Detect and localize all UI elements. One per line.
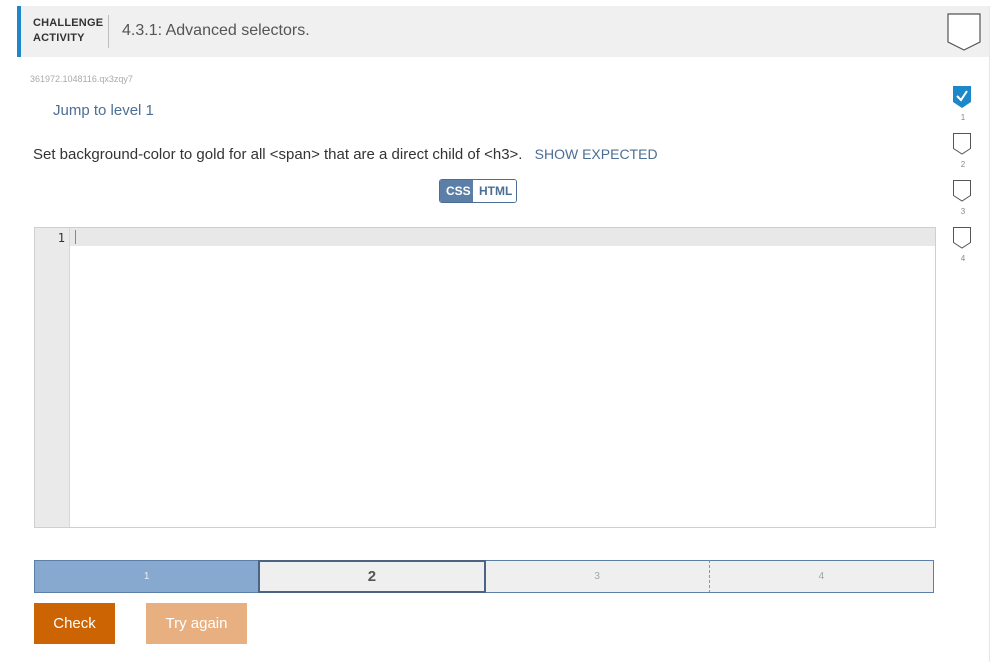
progress-segment-3[interactable]: 3 <box>485 560 710 593</box>
level-number: 4 <box>960 254 966 263</box>
activity-type-line2: ACTIVITY <box>33 32 85 44</box>
editor-gutter: 1 <box>35 228 70 527</box>
level-indicator-4[interactable]: 4 <box>951 227 975 271</box>
level-number: 1 <box>960 113 966 122</box>
challenge-activity-card: CHALLENGE ACTIVITY 4.3.1: Advanced selec… <box>17 6 990 662</box>
progress-segment-2[interactable]: 2 <box>258 560 486 593</box>
unchecked-box-icon <box>953 180 971 202</box>
activity-id: 361972.1048116.qx3zqy7 <box>30 74 133 84</box>
activity-header: CHALLENGE ACTIVITY 4.3.1: Advanced selec… <box>17 6 989 57</box>
progress-segment-4[interactable]: 4 <box>709 560 934 593</box>
activity-type-label: CHALLENGE ACTIVITY <box>33 16 103 46</box>
instruction-text: Set background-color to gold for all <sp… <box>33 146 658 163</box>
instruction-body: Set background-color to gold for all <sp… <box>33 146 523 163</box>
activity-title: 4.3.1: Advanced selectors. <box>122 22 310 39</box>
jump-to-level-link[interactable]: Jump to level 1 <box>53 102 154 119</box>
level-indicator-3[interactable]: 3 <box>951 180 975 224</box>
header-divider <box>108 15 109 48</box>
try-again-button[interactable]: Try again <box>146 603 247 644</box>
editor-active-line[interactable] <box>70 228 935 246</box>
activity-type-line1: CHALLENGE <box>33 17 104 29</box>
tab-css[interactable]: CSS <box>440 180 473 202</box>
show-expected-button[interactable]: SHOW EXPECTED <box>535 146 658 162</box>
level-number: 3 <box>960 207 966 216</box>
tab-html[interactable]: HTML <box>473 180 516 202</box>
level-indicator-2[interactable]: 2 <box>951 133 975 177</box>
text-cursor <box>75 230 76 244</box>
completion-badge-icon <box>947 13 981 51</box>
checked-box-icon <box>953 86 971 108</box>
level-indicator-1[interactable]: 1 <box>951 86 975 130</box>
line-number: 1 <box>57 231 65 245</box>
level-number: 2 <box>960 160 966 169</box>
unchecked-box-icon <box>953 133 971 155</box>
unchecked-box-icon <box>953 227 971 249</box>
level-progress-bar: 1 2 3 4 <box>34 560 934 593</box>
code-editor[interactable]: 1 <box>34 227 936 528</box>
check-button[interactable]: Check <box>34 603 115 644</box>
progress-segment-1[interactable]: 1 <box>34 560 259 593</box>
language-toggle: CSS HTML <box>439 179 517 203</box>
